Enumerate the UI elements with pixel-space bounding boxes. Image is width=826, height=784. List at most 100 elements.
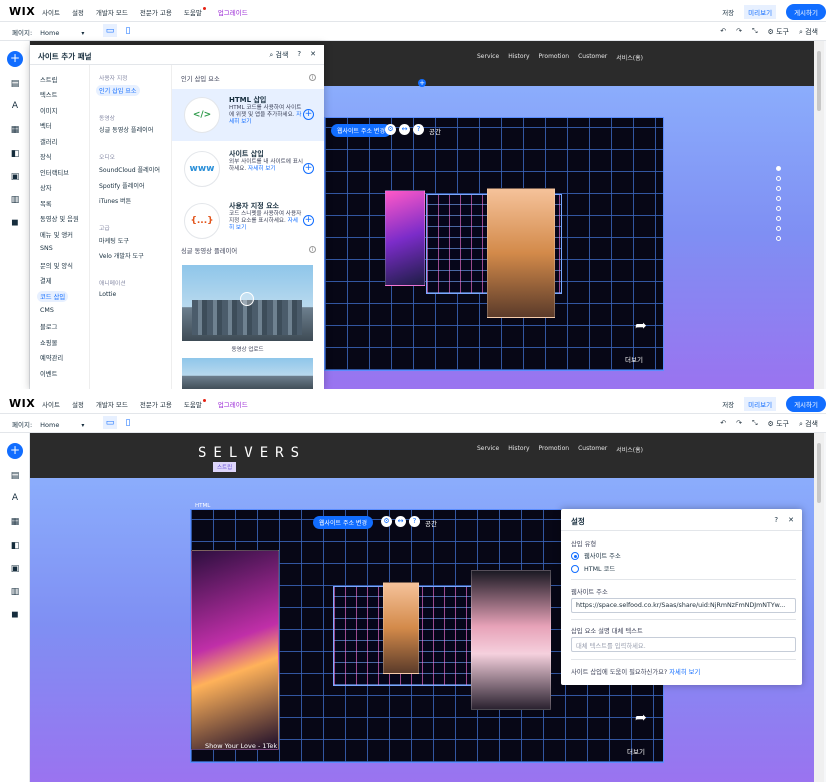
- category-item[interactable]: 메뉴 및 앵커: [40, 230, 73, 239]
- nav-home[interactable]: 서비스(홈): [616, 445, 643, 454]
- help-icon[interactable]: ?: [297, 50, 301, 60]
- scroll-thumb[interactable]: [817, 51, 821, 111]
- category-item[interactable]: CMS: [40, 307, 54, 314]
- menu-help[interactable]: 도움말: [184, 399, 206, 409]
- nav-customer[interactable]: Customer: [578, 53, 607, 62]
- category-item[interactable]: 갤러리: [40, 137, 57, 146]
- video-thumbnail[interactable]: [182, 358, 313, 390]
- embed-stage[interactable]: 웹사이트 주소 변경 ⚙ ↔? 공간 ➦ 더보기: [324, 117, 664, 371]
- design-icon[interactable]: A: [10, 101, 20, 111]
- pages-icon[interactable]: ▤: [10, 471, 20, 481]
- settings-icon[interactable]: ⚙: [381, 516, 392, 527]
- category-item[interactable]: 동영상 및 음원: [40, 214, 79, 223]
- canvas-scrollbar[interactable]: [814, 41, 824, 390]
- menu-site[interactable]: 사이트: [42, 7, 60, 17]
- category-item[interactable]: 블로그: [40, 322, 57, 331]
- category-item[interactable]: 상자: [40, 183, 52, 192]
- help-icon[interactable]: ?: [413, 124, 424, 135]
- menu-hire[interactable]: 전문가 고용: [140, 399, 172, 409]
- radio-html-code[interactable]: HTML 코드: [571, 564, 615, 573]
- menu-dev-mode[interactable]: 개발자 모드: [96, 7, 128, 17]
- category-item[interactable]: 문의 및 양식: [40, 261, 73, 270]
- page-selector[interactable]: 페이지: Home ▾: [12, 27, 84, 37]
- pages-icon[interactable]: ▤: [10, 79, 20, 89]
- dot[interactable]: [776, 166, 781, 171]
- zoom-out-icon[interactable]: ⤡: [752, 27, 758, 37]
- category-item[interactable]: 이미지: [40, 106, 57, 115]
- menu-upgrade[interactable]: 업그레이드: [218, 7, 248, 17]
- add-elements-icon[interactable]: +: [7, 51, 23, 67]
- learn-more-link[interactable]: 자세히 보기: [248, 166, 276, 172]
- category-item[interactable]: 텍스트: [40, 90, 57, 99]
- nav-history[interactable]: History: [508, 445, 529, 454]
- business-icon[interactable]: ◧: [10, 149, 20, 159]
- subcategory-item[interactable]: iTunes 버튼: [99, 196, 131, 205]
- menu-settings[interactable]: 설정: [72, 7, 84, 17]
- menu-settings[interactable]: 설정: [72, 399, 84, 409]
- media-icon[interactable]: ▣: [10, 564, 20, 574]
- dot[interactable]: [776, 176, 781, 181]
- dot[interactable]: [776, 196, 781, 201]
- canvas-scrollbar[interactable]: [814, 433, 824, 782]
- subcategory-item[interactable]: 싱글 동영상 플레이어: [99, 125, 153, 134]
- nav-history[interactable]: History: [508, 53, 529, 62]
- subcategory-item-popular[interactable]: 인기 삽입 요소: [96, 85, 140, 96]
- category-item-code-embed[interactable]: 코드 삽입: [37, 291, 69, 302]
- menu-help[interactable]: 도움말: [184, 7, 206, 17]
- preview-button[interactable]: 미리보기: [744, 5, 777, 19]
- tools-button[interactable]: ⚙ 도구: [768, 27, 789, 37]
- close-icon[interactable]: ✕: [788, 516, 794, 524]
- subcategory-item[interactable]: Lottie: [99, 291, 116, 298]
- tools-button[interactable]: ⚙ 도구: [768, 419, 789, 429]
- category-item[interactable]: 스트립: [40, 75, 57, 84]
- dot[interactable]: [776, 216, 781, 221]
- subcategory-item[interactable]: Spotify 플레이어: [99, 181, 145, 190]
- media-icon[interactable]: ▣: [10, 172, 20, 182]
- learn-more-link[interactable]: 자세히 보기: [669, 669, 700, 676]
- menu-dev-mode[interactable]: 개발자 모드: [96, 399, 128, 409]
- share-icon[interactable]: ➦: [635, 710, 647, 726]
- nav-promotion[interactable]: Promotion: [539, 53, 570, 62]
- mobile-icon[interactable]: ▯: [121, 416, 135, 429]
- info-icon[interactable]: i: [309, 246, 316, 253]
- share-icon[interactable]: ➦: [635, 318, 647, 334]
- html-embed-card[interactable]: </> HTML 삽입 HTML 코드를 사용하여 사이트에 위젯 및 앱을 추…: [172, 89, 324, 141]
- nav-home[interactable]: 서비스(홈): [616, 53, 643, 62]
- redo-icon[interactable]: ↷: [736, 27, 742, 37]
- save-button[interactable]: 저장: [722, 399, 734, 409]
- portfolio-icon[interactable]: ◼: [10, 610, 20, 620]
- panel-search[interactable]: ⌕ 검색: [269, 50, 288, 60]
- zoom-out-icon[interactable]: ⤡: [752, 419, 758, 429]
- search-button[interactable]: ⌕ 검색: [799, 27, 818, 37]
- desktop-icon[interactable]: ▭: [103, 416, 117, 429]
- mobile-icon[interactable]: ▯: [121, 24, 135, 37]
- apps-icon[interactable]: ▦: [10, 517, 20, 527]
- page-selector[interactable]: 페이지: Home ▾: [12, 419, 84, 429]
- publish-button[interactable]: 게시하기: [786, 4, 826, 20]
- search-button[interactable]: ⌕ 검색: [799, 419, 818, 429]
- category-item[interactable]: 목록: [40, 199, 52, 208]
- redo-icon[interactable]: ↷: [736, 419, 742, 429]
- publish-button[interactable]: 게시하기: [786, 396, 826, 412]
- change-url-chip[interactable]: 웹사이트 주소 변경: [331, 124, 391, 137]
- stretch-icon[interactable]: ↔: [399, 124, 410, 135]
- site-embed-card[interactable]: www 사이트 삽입 외부 사이트를 내 사이트에 표시하세요. 자세히 보기 …: [172, 143, 324, 195]
- add-icon[interactable]: +: [303, 109, 314, 120]
- subcategory-item[interactable]: 마케팅 도구: [99, 236, 129, 245]
- undo-icon[interactable]: ↶: [720, 419, 726, 429]
- dot[interactable]: [776, 226, 781, 231]
- apps-icon[interactable]: ▦: [10, 125, 20, 135]
- change-url-chip[interactable]: 웹사이트 주소 변경: [313, 516, 373, 529]
- info-icon[interactable]: i: [309, 74, 316, 81]
- cms-icon[interactable]: ▥: [10, 195, 20, 205]
- undo-icon[interactable]: ↶: [720, 27, 726, 37]
- dot[interactable]: [776, 236, 781, 241]
- add-section-icon[interactable]: +: [418, 79, 426, 87]
- strip-tag[interactable]: 스트립: [213, 462, 237, 472]
- stretch-icon[interactable]: ↔: [395, 516, 406, 527]
- category-item[interactable]: 예약관리: [40, 353, 63, 362]
- menu-hire[interactable]: 전문가 고용: [140, 7, 172, 17]
- dot[interactable]: [776, 186, 781, 191]
- subcategory-item[interactable]: SoundCloud 플레이어: [99, 165, 160, 174]
- add-icon[interactable]: +: [303, 163, 314, 174]
